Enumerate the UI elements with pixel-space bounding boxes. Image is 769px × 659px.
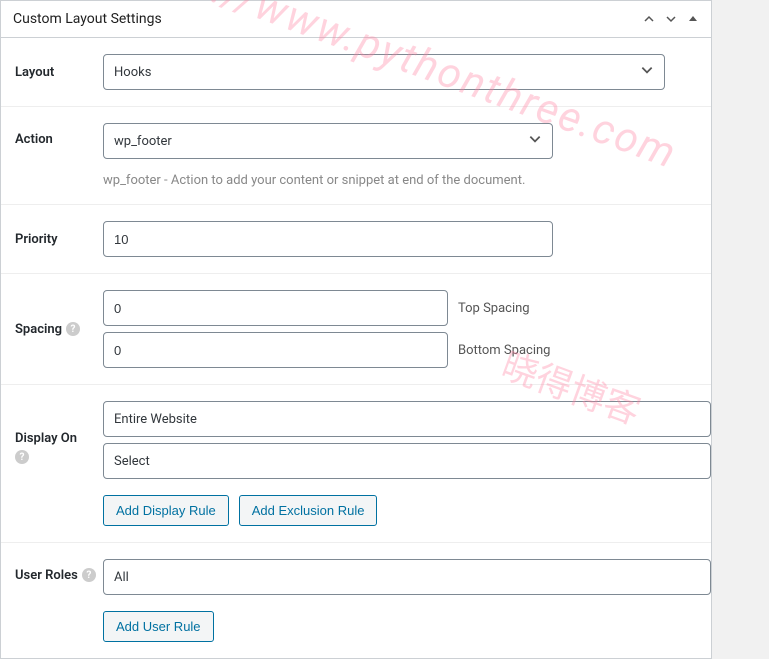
user-roles-value: All — [114, 570, 129, 585]
panel-controls — [643, 13, 699, 25]
user-roles-row: User Roles ? All Add User Rule — [1, 543, 711, 658]
layout-select-value: Hooks — [114, 65, 151, 80]
panel-title: Custom Layout Settings — [13, 11, 162, 27]
action-label: Action — [15, 123, 103, 188]
user-roles-label: User Roles ? — [15, 559, 103, 642]
action-hint: wp_footer - Action to add your content o… — [103, 173, 711, 188]
priority-row: Priority — [1, 205, 711, 274]
layout-select[interactable]: Hooks — [103, 54, 665, 90]
layout-row: Layout Hooks — [1, 38, 711, 107]
move-down-icon[interactable] — [665, 13, 677, 25]
settings-panel: Custom Layout Settings Layout Hooks — [0, 0, 712, 659]
bottom-spacing-label: Bottom Spacing — [458, 343, 550, 358]
help-icon[interactable]: ? — [82, 568, 96, 582]
display-exclude-select[interactable]: Select — [103, 443, 711, 479]
add-display-rule-button[interactable]: Add Display Rule — [103, 495, 229, 526]
display-include-value: Entire Website — [114, 412, 197, 427]
priority-input[interactable] — [103, 221, 553, 257]
action-select[interactable]: wp_footer — [103, 123, 553, 159]
display-include-select[interactable]: Entire Website — [103, 401, 711, 437]
chevron-down-icon — [528, 132, 542, 150]
panel-header: Custom Layout Settings — [1, 1, 711, 38]
user-roles-select[interactable]: All — [103, 559, 711, 595]
priority-label: Priority — [15, 221, 103, 257]
chevron-down-icon — [640, 63, 654, 81]
layout-label: Layout — [15, 54, 103, 90]
move-up-icon[interactable] — [643, 13, 655, 25]
collapse-icon[interactable] — [687, 13, 699, 25]
display-on-label: Display On ? — [15, 401, 103, 526]
display-on-row: Display On ? Entire Website Select Add D… — [1, 385, 711, 543]
display-exclude-value: Select — [114, 454, 150, 469]
help-icon[interactable]: ? — [66, 322, 80, 336]
action-select-value: wp_footer — [114, 134, 172, 149]
top-spacing-label: Top Spacing — [458, 301, 530, 316]
add-user-rule-button[interactable]: Add User Rule — [103, 611, 214, 642]
spacing-row: Spacing ? Top Spacing Bottom Spacing — [1, 274, 711, 385]
spacing-label: Spacing ? — [15, 290, 103, 368]
top-spacing-input[interactable] — [103, 290, 448, 326]
add-exclusion-rule-button[interactable]: Add Exclusion Rule — [239, 495, 378, 526]
action-row: Action wp_footer wp_footer - Action to a… — [1, 107, 711, 205]
help-icon[interactable]: ? — [15, 450, 29, 464]
bottom-spacing-input[interactable] — [103, 332, 448, 368]
